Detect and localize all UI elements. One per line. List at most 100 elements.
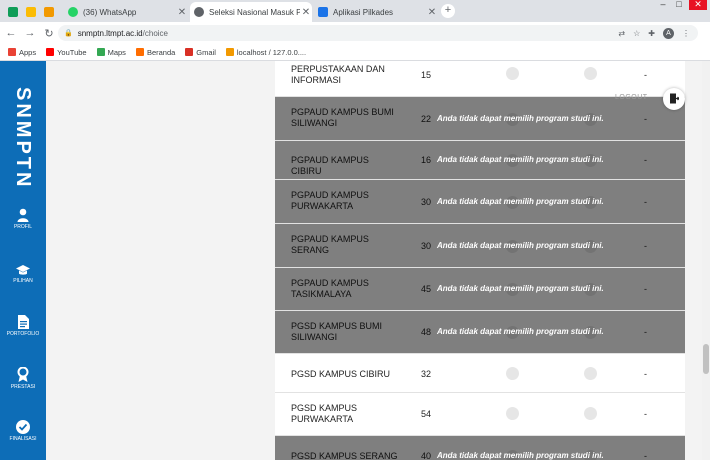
status-dash: -: [644, 409, 647, 419]
table-row-blocked: PGPAUD KAMPUS TASIKMALAYA 45 - Anda tida…: [275, 268, 685, 311]
address-bar[interactable]: 🔒 snmptn.ltmpt.ac.id/choice ⇄ ☆ ✚ A ⋮: [58, 25, 698, 41]
bookmark-maps[interactable]: Maps: [96, 48, 126, 57]
beranda-icon: [135, 48, 144, 56]
bookmark-label: Gmail: [196, 47, 216, 57]
scrollbar[interactable]: [702, 61, 710, 460]
table-row-blocked: PGSD KAMPUS SERANG 40 - Anda tidak dapat…: [275, 436, 685, 460]
sidebar: SNMPTN PROFIL PILIHAN PORTOFOLIO PRESTAS…: [0, 61, 46, 460]
url-path: /choice: [142, 28, 168, 38]
scrollbar-thumb[interactable]: [703, 344, 709, 374]
maps-icon: [96, 48, 105, 56]
capacity-value: 54: [421, 409, 432, 419]
tab-label: (36) WhatsApp: [83, 7, 137, 17]
brand-logo: SNMPTN: [12, 86, 34, 190]
bookmarks-bar: Apps YouTube Maps Beranda Gmail localhos…: [0, 44, 710, 61]
whatsapp-icon: [68, 7, 78, 17]
tab-label: Aplikasi Pilkades: [333, 7, 394, 17]
pilkades-icon: [318, 7, 328, 17]
close-tab-icon[interactable]: ✕: [426, 7, 438, 18]
sidebar-item-label: PORTOFOLIO: [6, 331, 40, 337]
new-tab-button[interactable]: +: [441, 4, 455, 18]
logout-label: LOGOUT: [615, 94, 648, 101]
translate-icon[interactable]: ⇄: [618, 29, 625, 38]
table-row-blocked: PGPAUD KAMPUS CIBIRU 16 - Anda tidak dap…: [275, 141, 685, 180]
user-icon: [17, 208, 29, 222]
choice-2-radio[interactable]: [584, 407, 597, 420]
profile-avatar[interactable]: A: [663, 27, 674, 39]
browser-tab-whatsapp[interactable]: (36) WhatsApp ✕: [64, 2, 188, 22]
localhost-icon: [225, 48, 234, 56]
youtube-icon: [46, 48, 55, 56]
sidebar-item-finalisasi[interactable]: FINALISASI: [0, 420, 46, 442]
table-row-blocked: PGSD KAMPUS BUMI SILIWANGI 48 - Anda tid…: [275, 311, 685, 354]
table-row-blocked: PGPAUD KAMPUS PURWAKARTA 30 - Anda tidak…: [275, 180, 685, 224]
blocked-message: Anda tidak dapat memilih program studi i…: [437, 327, 604, 336]
choice-2-radio[interactable]: [584, 367, 597, 380]
table-row: PGSD KAMPUS PURWAKARTA 54 -: [275, 393, 685, 436]
main-content: PERPUSTAKAAN DAN INFORMASI 15 - PGPAUD K…: [46, 61, 710, 460]
sidebar-item-portofolio[interactable]: PORTOFOLIO: [0, 315, 46, 337]
drive-tab-icon: [26, 7, 36, 17]
bookmark-label: localhost / 127.0.0....: [236, 47, 307, 57]
choice-2-radio[interactable]: [584, 67, 597, 80]
program-name: PGSD KAMPUS CIBIRU: [291, 369, 391, 379]
bookmark-youtube[interactable]: YouTube: [46, 47, 87, 57]
check-circle-icon: [16, 420, 30, 434]
browser-tab[interactable]: [40, 2, 58, 22]
globe-icon: [194, 7, 204, 17]
menu-icon[interactable]: ⋮: [682, 29, 690, 38]
logout-icon: [670, 93, 680, 104]
minimize-button[interactable]: –: [656, 0, 670, 10]
status-dash: -: [644, 70, 647, 80]
program-choice-table: PERPUSTAKAAN DAN INFORMASI 15 - PGPAUD K…: [275, 61, 685, 460]
blocked-message: Anda tidak dapat memilih program studi i…: [437, 451, 604, 460]
program-name: PGSD KAMPUS PURWAKARTA: [291, 403, 358, 424]
maximize-button[interactable]: □: [672, 0, 686, 10]
award-icon: [17, 367, 29, 382]
url-host: snmptn.ltmpt.ac.id: [77, 28, 143, 38]
sidebar-item-pilihan[interactable]: PILIHAN: [0, 264, 46, 284]
sidebar-item-prestasi[interactable]: PRESTASI: [0, 367, 46, 390]
extensions-icon[interactable]: ✚: [648, 29, 655, 38]
choice-1-radio[interactable]: [506, 367, 519, 380]
bookmark-label: Apps: [19, 47, 37, 57]
browser-tab-pilkades[interactable]: Aplikasi Pilkades ✕: [314, 2, 438, 22]
reload-icon[interactable]: ↻: [41, 27, 57, 40]
capacity-value: 32: [421, 369, 432, 379]
choice-1-radio[interactable]: [506, 407, 519, 420]
close-tab-icon[interactable]: ✕: [300, 7, 312, 18]
tab-label: Seleksi Nasional Masuk Perguruan: [209, 7, 300, 17]
gmail-icon: [185, 48, 194, 56]
bookmark-beranda[interactable]: Beranda: [135, 47, 176, 57]
browser-tab[interactable]: [4, 2, 20, 22]
lock-icon: 🔒: [64, 30, 73, 37]
bookmark-gmail[interactable]: Gmail: [185, 48, 216, 57]
choice-1-radio[interactable]: [506, 67, 519, 80]
document-icon: [17, 315, 29, 329]
sidebar-item-label: PILIHAN: [13, 278, 33, 284]
bookmark-label: Beranda: [146, 47, 176, 57]
sidebar-item-label: FINALISASI: [9, 436, 37, 442]
browser-toolbar: ← → ↻ 🔒 snmptn.ltmpt.ac.id/choice ⇄ ☆ ✚ …: [0, 22, 710, 44]
sidebar-item-profil[interactable]: PROFIL: [0, 208, 46, 230]
omnibox-actions: ⇄ ☆ ✚ A ⋮: [618, 25, 690, 41]
close-window-button[interactable]: ✕: [689, 0, 707, 10]
program-name: PERPUSTAKAAN DAN INFORMASI: [291, 64, 385, 85]
graduation-cap-icon: [16, 265, 30, 275]
table-row-blocked: PGPAUD KAMPUS SERANG 30 - Anda tidak dap…: [275, 224, 685, 268]
logout-button[interactable]: [663, 88, 685, 110]
back-icon[interactable]: ←: [3, 27, 19, 39]
bookmark-label: YouTube: [57, 47, 87, 57]
capacity-value: 15: [421, 70, 432, 80]
blocked-message: Anda tidak dapat memilih program studi i…: [437, 284, 604, 293]
forward-icon[interactable]: →: [22, 27, 38, 39]
localhost-tab-icon: [44, 7, 54, 17]
browser-tab-snmptn[interactable]: Seleksi Nasional Masuk Perguruan ✕: [190, 2, 312, 22]
browser-tab[interactable]: [22, 2, 38, 22]
star-icon[interactable]: ☆: [633, 29, 640, 38]
blocked-message: Anda tidak dapat memilih program studi i…: [437, 114, 604, 123]
close-tab-icon[interactable]: ✕: [176, 7, 188, 18]
bookmark-localhost[interactable]: localhost / 127.0.0....: [225, 47, 307, 57]
bookmark-apps[interactable]: Apps: [8, 48, 36, 57]
status-dash: -: [644, 369, 647, 379]
